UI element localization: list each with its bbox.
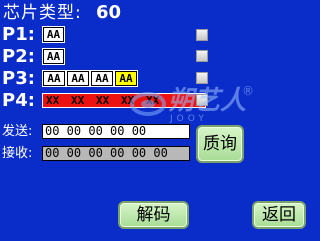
chip-type-label: 芯片类型: [3, 3, 82, 23]
p3-label: P3: [2, 68, 35, 89]
send-field[interactable]: 00 00 00 00 00 [42, 124, 190, 139]
back-button[interactable]: 返回 [252, 201, 306, 229]
p2-checkbox[interactable] [196, 50, 208, 62]
watermark-text: 朔艺人 [168, 86, 247, 116]
p4-label: P4: [2, 90, 35, 111]
p4-cell: XX [71, 94, 85, 107]
send-label: 发送: [2, 124, 33, 139]
p4-cell: XX [96, 94, 110, 107]
p3-cell: AA [43, 71, 65, 86]
p2-label: P2: [2, 46, 35, 67]
p1-checkbox[interactable] [196, 29, 208, 41]
p1-label: P1: [2, 24, 35, 45]
watermark-logo: 朔艺人 JOOY ® [130, 84, 260, 128]
p3-cell: AA [67, 71, 89, 86]
watermark-subtext: JOOY [170, 114, 208, 124]
p3-cell: AA [91, 71, 113, 86]
p2-cell: AA [43, 49, 64, 64]
registered-mark: ® [242, 84, 254, 98]
receive-label: 接收: [2, 146, 33, 161]
query-button[interactable]: 质询 [196, 125, 244, 163]
decode-button[interactable]: 解码 [118, 201, 189, 229]
chip-type-value: 60 [96, 2, 122, 23]
p3-checkbox[interactable] [196, 72, 208, 84]
p4-cell: XX [46, 94, 60, 107]
receive-field: 00 00 00 00 00 00 [42, 146, 190, 161]
p1-cell: AA [43, 27, 64, 42]
